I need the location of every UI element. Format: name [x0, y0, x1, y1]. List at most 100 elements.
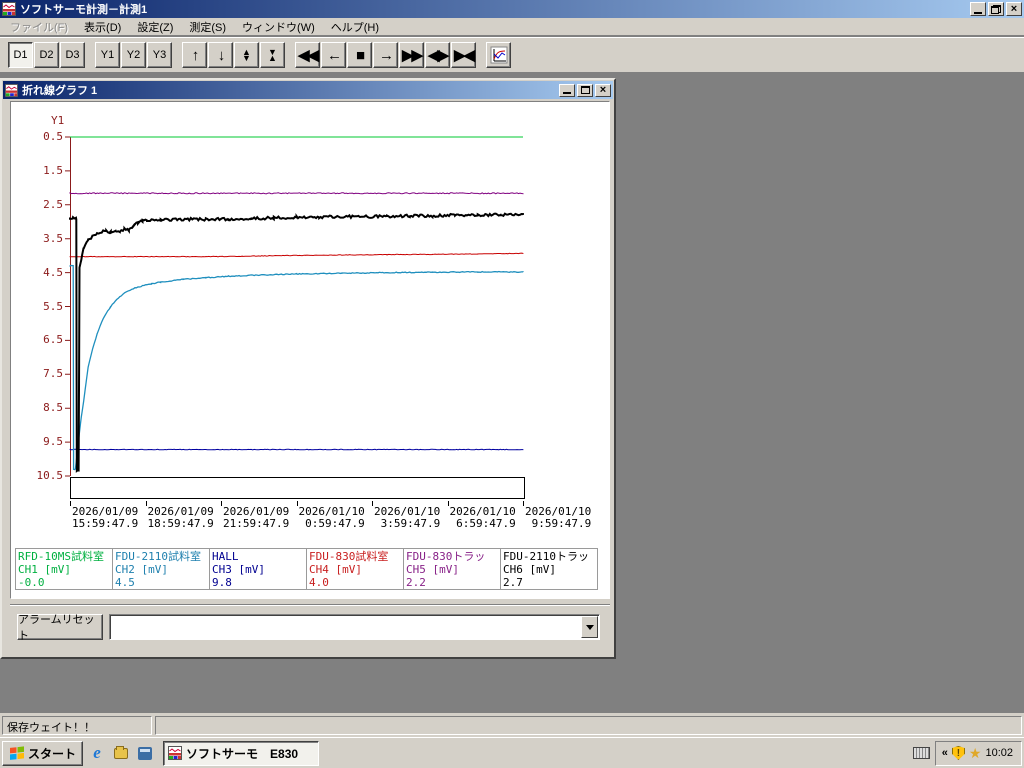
x-tick-6	[447, 501, 449, 506]
y-tick-label-1.5: 1.5	[43, 163, 63, 177]
scroll-up-button[interactable]: ↑	[182, 42, 207, 68]
graph-minimize-button[interactable]	[559, 83, 575, 97]
task-label: ソフトサーモ E830	[186, 746, 299, 761]
legend-cell-ch3[interactable]: HALL CH3 [mV] 9.8	[210, 549, 307, 589]
rewind-button[interactable]: ◀◀	[295, 42, 320, 68]
status-secondary-panel	[155, 716, 1022, 735]
close-icon: ×	[1010, 3, 1018, 15]
graph-icon	[490, 46, 507, 64]
graph-window: 折れ線グラフ 1 × Y1 0.5 1.5 2.5 3.5 4.5 5.5 6.5 7.5 8.…	[0, 78, 616, 659]
tray-chevron[interactable]: «	[942, 747, 948, 759]
x-tick-5	[372, 501, 373, 506]
menu-item-5[interactable]: ウィンドウ(W)	[234, 17, 323, 37]
graph-close-button[interactable]: ×	[595, 83, 611, 97]
y2-button-label: Y2	[126, 49, 141, 61]
x-tick-1	[70, 501, 71, 506]
legend-location-ch5: FDU-830トラッ	[406, 550, 486, 563]
fast-forward-button[interactable]: ▶▶	[399, 42, 424, 68]
x-tick-2	[145, 501, 147, 506]
x-tick-7	[523, 501, 524, 506]
legend-value-ch1: -0.0	[18, 576, 45, 589]
taskbar-task-button[interactable]: ソフトサーモ E830	[163, 740, 320, 766]
x-tick-3	[221, 501, 222, 506]
quicklaunch-ie-button[interactable]: e	[87, 742, 107, 764]
scroll-right-button[interactable]: →	[373, 42, 398, 68]
close-button[interactable]: ×	[1006, 2, 1022, 16]
rewind-button-icon: ◀◀	[297, 46, 319, 64]
y3-button[interactable]: Y3	[147, 42, 172, 68]
compress-vertical-button-icon: ▲	[268, 53, 277, 63]
alarm-combobox[interactable]	[109, 614, 600, 640]
fast-forward-button-icon: ▶▶	[401, 46, 423, 64]
legend-location-ch1: RFD-10MS試料室	[18, 550, 104, 563]
y1-button[interactable]: Y1	[95, 42, 120, 68]
minimize-button[interactable]	[970, 2, 986, 16]
security-shield-icon[interactable]: !	[951, 746, 965, 760]
graph-setup-button[interactable]	[486, 42, 511, 68]
y2-button[interactable]: Y2	[121, 42, 146, 68]
y1-button-label: Y1	[100, 49, 115, 61]
graph-close-icon: ×	[599, 84, 607, 96]
start-button[interactable]: スタート	[2, 740, 84, 766]
legend-cell-ch2[interactable]: FDU-2110試料室 CH2 [mV] 4.5	[113, 549, 210, 589]
restore-button[interactable]	[988, 2, 1004, 16]
d3-button-label: D3	[65, 49, 80, 61]
legend-value-ch5: 2.2	[406, 576, 426, 589]
scroll-left-button[interactable]: ←	[321, 42, 346, 68]
legend-cell-ch1[interactable]: RFD-10MS試料室 CH1 [mV] -0.0	[16, 549, 113, 589]
status-message-panel: 保存ウェイト！！	[2, 716, 152, 735]
graph-window-title: 折れ線グラフ 1	[22, 85, 98, 97]
d1-button[interactable]: D1	[8, 42, 33, 68]
compress-vertical-button[interactable]: ▼ ▲	[260, 42, 285, 68]
legend-location-ch3: HALL	[212, 550, 239, 563]
series-line-ch2	[69, 264, 524, 471]
x-tick-label-4: 2026/01/10 0:59:47.9	[298, 505, 365, 530]
graph-maximize-button[interactable]	[577, 83, 593, 97]
keyboard-layout-icon[interactable]	[912, 747, 930, 759]
legend-channel-ch5: CH5 [mV]	[406, 563, 459, 576]
range-selector-box[interactable]	[70, 477, 525, 499]
show-desktop-icon	[114, 745, 129, 759]
series-line-ch3	[69, 448, 524, 451]
d3-button[interactable]: D3	[60, 42, 85, 68]
menu-item-6[interactable]: ヘルプ(H)	[323, 17, 387, 37]
graph-minimize-icon	[563, 92, 571, 94]
scroll-down-button-icon: ↓	[217, 46, 225, 64]
series-line-ch6	[69, 212, 524, 473]
expand-vertical-button-icon: ▼	[242, 53, 251, 63]
chevron-down-icon	[585, 624, 594, 630]
combobox-dropdown-button[interactable]	[581, 616, 598, 638]
d2-button-label: D2	[39, 49, 54, 61]
menu-item-2[interactable]: 表示(D)	[76, 17, 129, 37]
alarm-combobox-value	[110, 615, 580, 639]
expand-vertical-button[interactable]: ▲ ▼	[234, 42, 259, 68]
d2-button[interactable]: D2	[34, 42, 59, 68]
scroll-down-button[interactable]: ↓	[208, 42, 233, 68]
quicklaunch-outlook-button[interactable]	[135, 742, 155, 764]
y-tick-label-3.5: 3.5	[43, 231, 63, 245]
legend-channel-ch6: CH6 [mV]	[503, 563, 556, 576]
menu-item-3[interactable]: 設定(Z)	[129, 17, 181, 37]
quicklaunch-show-desktop-button[interactable]	[111, 742, 131, 764]
legend-cell-ch6[interactable]: FDU-2110トラッ CH6 [mV] 2.7	[501, 549, 597, 589]
legend-cell-ch4[interactable]: FDU-830試料室 CH4 [mV] 4.0	[307, 549, 404, 589]
stop-button[interactable]: ■	[347, 42, 372, 68]
legend-cell-ch5[interactable]: FDU-830トラッ CH5 [mV] 2.2	[404, 549, 501, 589]
app-icon	[2, 2, 16, 16]
start-label: スタート	[28, 746, 77, 761]
channel-legend-table: RFD-10MS試料室 CH1 [mV] -0.0 FDU-2110試料室 CH2 [m…	[15, 548, 598, 590]
star-icon[interactable]: ★	[969, 746, 982, 760]
menu-item-4[interactable]: 測定(S)	[181, 17, 234, 37]
scroll-up-button-icon: ↑	[191, 46, 199, 64]
x-tick-label-3: 2026/01/09 21:59:47.9	[223, 505, 290, 530]
stop-button-icon: ■	[355, 46, 365, 64]
expand-horizontal-button[interactable]: ◀▶	[425, 42, 450, 68]
y-tick-label-10.5: 10.5	[36, 469, 64, 482]
menu-item-1[interactable]: ファイル(F)	[2, 17, 76, 37]
line-chart[interactable]	[65, 136, 524, 477]
alarm-reset-button[interactable]: アラームリセット	[17, 614, 103, 642]
y-tick-label-0.5: 0.5	[43, 130, 63, 143]
task-app-icon	[168, 746, 183, 760]
graph-window-titlebar[interactable]: 折れ線グラフ 1 ×	[3, 81, 613, 99]
compress-horizontal-button[interactable]: ▶◀	[451, 42, 476, 68]
